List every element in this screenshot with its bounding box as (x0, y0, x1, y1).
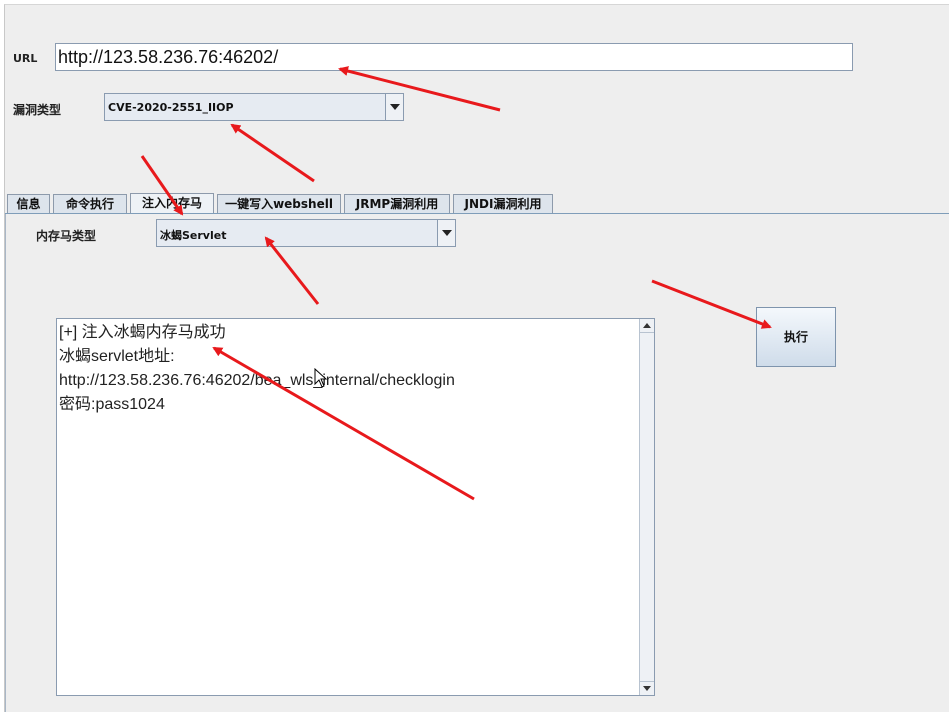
tab-inject-memshell[interactable]: 注入内存马 (130, 193, 214, 214)
url-input[interactable]: http://123.58.236.76:46202/ (55, 43, 853, 71)
dropdown-arrow-icon[interactable] (437, 220, 455, 246)
output-line: [+] 注入冰蝎内存马成功 (59, 324, 226, 341)
memshell-type-label: 内存马类型 (36, 229, 97, 243)
scroll-down-icon[interactable] (640, 681, 654, 695)
vertical-scrollbar[interactable] (639, 319, 654, 695)
memshell-type-value: 冰蝎Servlet (160, 229, 227, 242)
vuln-type-label: 漏洞类型 (13, 103, 62, 117)
mouse-cursor-icon (314, 368, 328, 388)
tab-command-exec[interactable]: 命令执行 (53, 194, 127, 213)
output-line: 密码:pass1024 (59, 396, 165, 413)
tab-write-webshell[interactable]: 一键写入webshell (217, 194, 341, 213)
url-value: http://123.58.236.76:46202/ (58, 47, 279, 67)
output-line: http://123.58.236.76:46202/bea_wls_inter… (59, 372, 455, 389)
tab-divider (5, 213, 949, 214)
output-textarea[interactable]: [+] 注入冰蝎内存马成功 冰蝎servlet地址: http://123.58.2… (56, 318, 655, 696)
memshell-type-combo[interactable]: 冰蝎Servlet (156, 219, 456, 247)
app-window: URL http://123.58.236.76:46202/ 漏洞类型 CVE… (4, 4, 949, 712)
vuln-type-value: CVE-2020-2551_IIOP (108, 101, 234, 114)
output-content: [+] 注入冰蝎内存马成功 冰蝎servlet地址: http://123.58.2… (59, 321, 455, 417)
tab-jndi[interactable]: JNDI漏洞利用 (453, 194, 553, 213)
tab-jrmp[interactable]: JRMP漏洞利用 (344, 194, 450, 213)
tab-info[interactable]: 信息 (7, 194, 50, 213)
panel-border (5, 214, 6, 712)
output-line: 冰蝎servlet地址: (59, 348, 175, 365)
url-label: URL (13, 52, 38, 65)
vuln-type-combo[interactable]: CVE-2020-2551_IIOP (104, 93, 404, 121)
execute-button[interactable]: 执行 (756, 307, 836, 367)
dropdown-arrow-icon[interactable] (385, 94, 403, 120)
scroll-up-icon[interactable] (640, 319, 654, 333)
